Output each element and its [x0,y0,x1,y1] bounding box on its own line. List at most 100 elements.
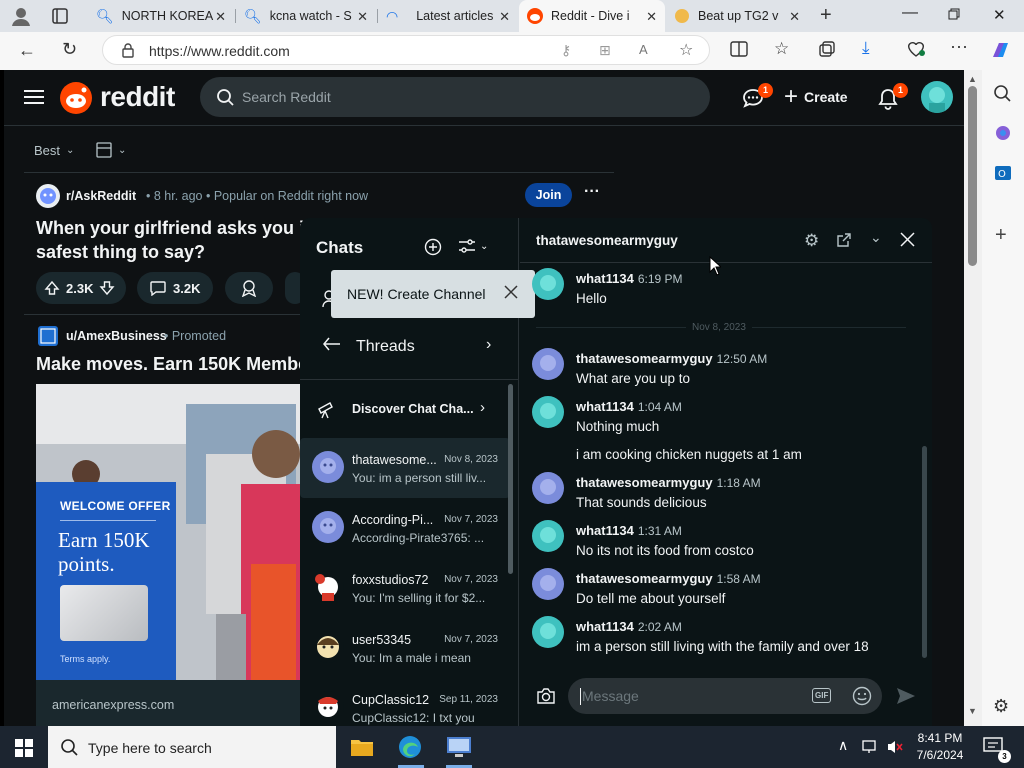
popout-icon[interactable] [836,232,852,248]
ad-title[interactable]: Make moves. Earn 150K Member [36,354,315,375]
subreddit-icon[interactable] [36,184,60,208]
ad-image[interactable]: WELCOME OFFER Earn 150K points. Terms ap… [36,384,300,680]
page-scrollbar[interactable]: ▲ ▼ [964,70,982,726]
tab-latest-articles[interactable]: ◠ Latest articles ✕ [378,0,518,32]
avatar[interactable] [532,348,564,380]
maximize-button[interactable] [948,8,960,20]
emoji-icon[interactable] [852,686,872,706]
tab-actions-icon[interactable] [52,8,68,24]
message-input[interactable]: Message GIF [568,678,882,714]
message-author[interactable]: thatawesomearmyguy 12:50 AM [576,351,767,366]
discover-channels-row[interactable]: Discover Chat Cha... › [300,390,510,430]
file-explorer-icon[interactable] [350,736,374,758]
network-icon[interactable] [862,739,880,755]
reddit-logo-icon[interactable] [60,82,92,114]
ad-footer[interactable]: americanexpress.com [36,680,300,726]
apps-icon[interactable]: ⊞ [599,42,611,59]
performance-icon[interactable] [906,40,926,58]
read-aloud-icon[interactable]: A [639,42,648,57]
award-button[interactable] [225,272,273,304]
tab-reddit[interactable]: Reddit - Dive i ✕ [519,0,665,32]
downloads-icon[interactable]: ⤓ [862,38,870,58]
close-icon[interactable]: ✕ [215,9,226,25]
subreddit-name[interactable]: r/AskReddit [66,189,136,203]
view-toggle[interactable]: ⌄ [96,142,126,158]
minimize-button[interactable]: — [902,4,918,22]
close-icon[interactable]: ✕ [789,9,800,25]
new-chat-icon[interactable] [424,238,442,256]
conversation-item[interactable]: thatawesome... Nov 8, 2023 You: im a per… [300,438,510,498]
avatar[interactable] [532,568,564,600]
edge-taskbar-icon[interactable] [397,734,423,760]
create-channel-tooltip[interactable]: NEW! Create Channel [331,270,535,318]
new-tab-button[interactable]: + [820,4,832,27]
conversation-item[interactable]: user53345 Nov 7, 2023 You: Im a male i m… [300,618,510,678]
tab-beat-up[interactable]: Beat up TG2 v ✕ [666,0,808,32]
profile-icon[interactable] [10,5,32,27]
conversation-item[interactable]: foxxstudios72 Nov 7, 2023 You: I'm selli… [300,558,510,618]
downvote-icon[interactable] [99,280,115,296]
key-icon[interactable]: ⚷ [561,42,571,59]
camera-icon[interactable] [536,687,556,705]
post-options-icon[interactable]: ··· [584,183,600,201]
copilot-sidebar-icon[interactable] [994,124,1012,142]
post-title-line2[interactable]: safest thing to say? [36,242,205,263]
search-icon[interactable] [993,84,1011,102]
post-title[interactable]: When your girlfriend asks you if I [36,218,320,239]
settings-gear-icon[interactable]: ⚙ [993,696,1009,717]
collections-icon[interactable] [818,40,836,58]
split-screen-icon[interactable] [730,41,748,57]
avatar[interactable] [532,472,564,504]
avatar[interactable] [532,520,564,552]
message-author[interactable]: thatawesomearmyguy 1:58 AM [576,571,761,586]
search-input[interactable]: Search Reddit [200,77,710,117]
send-icon[interactable] [896,687,916,705]
address-bar[interactable]: https://www.reddit.com ⚷ ⊞ A ☆ [102,35,710,65]
advertiser-icon[interactable] [38,326,58,346]
scroll-down-arrow[interactable]: ▼ [968,706,977,716]
messages-scrollbar[interactable] [922,446,927,658]
join-button[interactable]: Join [525,183,572,207]
comments-button[interactable]: 3.2K [137,272,213,304]
remote-desktop-icon[interactable] [446,736,472,758]
tab-north-korea[interactable]: 🔍︎ NORTH KOREA ✕ [88,0,234,32]
avatar[interactable] [532,396,564,428]
upvote-icon[interactable] [44,280,60,296]
create-button[interactable]: + Create [784,85,848,109]
advertiser-name[interactable]: u/AmexBusiness [66,329,167,343]
back-button[interactable]: ← [18,40,36,61]
close-icon[interactable]: ✕ [499,9,510,25]
conversation-item[interactable]: CupClassic12 Sep 11, 2023 CupClassic12: … [300,678,510,726]
minimize-chat-icon[interactable]: ⌄ [870,229,882,246]
scrollbar-thumb[interactable] [968,86,977,266]
outlook-icon[interactable]: O [994,164,1012,182]
close-icon[interactable]: ✕ [646,9,657,25]
refresh-button[interactable]: ↻ [62,39,77,60]
message-author[interactable]: what1134 2:02 AM [576,619,682,634]
add-sidebar-icon[interactable]: + [995,224,1007,247]
close-chat-icon[interactable] [900,232,915,247]
avatar[interactable] [532,268,564,300]
threads-row[interactable]: Threads › [300,328,519,368]
message-author[interactable]: thatawesomearmyguy 1:18 AM [576,475,761,490]
message-author[interactable]: what1134 1:31 AM [576,523,682,538]
system-tray-chevron-icon[interactable]: ∧ [838,737,848,754]
favorite-star-icon[interactable]: ☆ [679,40,693,60]
close-icon[interactable]: ✕ [357,9,368,25]
user-avatar[interactable] [921,81,953,113]
chat-list-scrollbar[interactable] [508,384,513,574]
favorites-icon[interactable]: ☆ [774,39,789,59]
conversation-item[interactable]: According-Pi... Nov 7, 2023 According-Pi… [300,498,510,558]
settings-icon[interactable]: ⚙ [804,231,819,251]
volume-muted-icon[interactable] [886,739,904,755]
copilot-icon[interactable] [990,39,1012,61]
scroll-up-arrow[interactable]: ▲ [968,74,977,84]
taskbar-search-input[interactable]: Type here to search [48,726,336,768]
windows-start-icon[interactable] [15,739,33,757]
message-author[interactable]: what1134 1:04 AM [576,399,682,414]
close-window-button[interactable]: ✕ [993,6,1006,24]
taskbar-clock[interactable]: 8:41 PM 7/6/2024 [912,730,968,764]
close-icon[interactable] [503,284,519,300]
gif-button[interactable]: GIF [812,688,832,703]
avatar[interactable] [532,616,564,648]
